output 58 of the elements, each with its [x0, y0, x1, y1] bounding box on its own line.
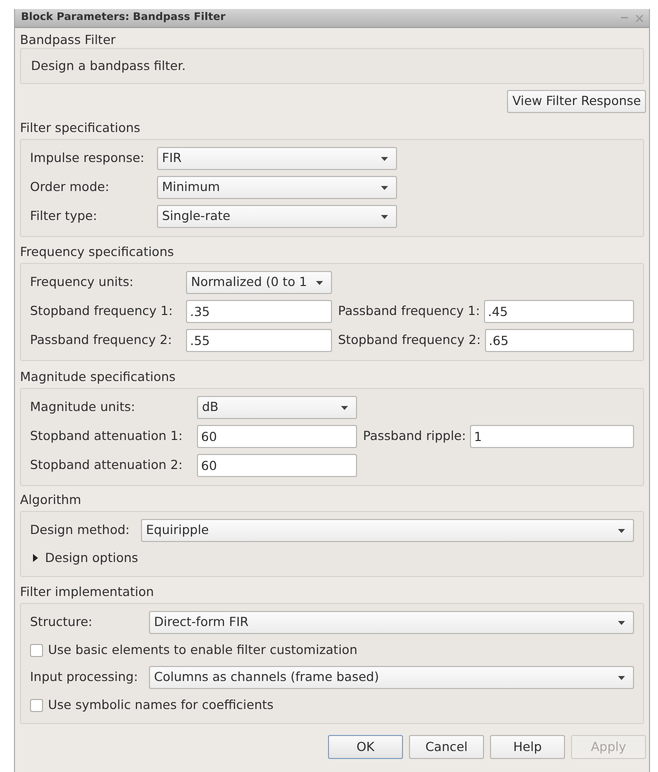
input-field[interactable]: .45: [484, 300, 634, 323]
description-text: Design a bandpass filter.: [31, 56, 186, 75]
section-title: Algorithm: [20, 491, 82, 508]
caret-icon: [316, 280, 323, 284]
field-label: Structure:: [30, 613, 94, 632]
field-label: Stopband attenuation 2:: [30, 456, 184, 474]
section-title: Filter implementation: [20, 583, 155, 600]
caret-icon: [341, 406, 348, 410]
dropdown[interactable]: Direct-form FIR: [149, 611, 634, 634]
view-filter-response-button[interactable]: View Filter Response: [507, 90, 646, 113]
field-label: Passband frequency 2:: [30, 331, 173, 350]
section-title: Magnitude specifications: [20, 368, 177, 385]
dialog-button[interactable]: Cancel: [409, 735, 484, 759]
input-field[interactable]: .35: [186, 300, 332, 323]
field-label: Stopband attenuation 1:: [30, 427, 184, 446]
checkbox-label: Use basic elements to enable filter customization: [48, 640, 358, 659]
section-title: Frequency specifications: [20, 243, 175, 260]
dropdown[interactable]: Single-rate: [157, 205, 397, 228]
field-label: Design method:: [30, 521, 131, 540]
field-label: Impulse response:: [30, 149, 146, 168]
input-field[interactable]: 60: [197, 425, 357, 448]
field-label: Frequency units:: [30, 273, 134, 292]
caret-icon: [618, 676, 625, 680]
input-field[interactable]: .55: [186, 329, 332, 352]
caret-icon: [381, 186, 388, 190]
dropdown[interactable]: Equiripple: [141, 519, 634, 542]
dialog-button[interactable]: Help: [490, 735, 565, 759]
dropdown[interactable]: dB: [197, 396, 357, 419]
dialog-button[interactable]: OK: [328, 735, 403, 759]
caret-icon: [381, 214, 388, 218]
field-label: Magnitude units:: [30, 398, 136, 416]
input-field[interactable]: 1: [470, 425, 634, 448]
field-label: Order mode:: [30, 178, 110, 196]
field-label: Filter type:: [30, 207, 98, 226]
checkbox[interactable]: [30, 644, 43, 656]
design-options-expander[interactable]: Design options: [30, 548, 138, 568]
checkbox-label: Use symbolic names for coefficients: [48, 696, 274, 714]
caret-icon: [618, 528, 625, 532]
field-label: Stopband frequency 1:: [30, 302, 174, 320]
section-title: Filter specifications: [20, 119, 142, 136]
close-icon[interactable]: [636, 14, 643, 22]
field-label: Passband frequency 1:: [338, 302, 480, 320]
dropdown[interactable]: FIR: [157, 147, 397, 170]
dropdown[interactable]: Columns as channels (frame based): [149, 666, 634, 689]
field-label: Passband ripple:: [363, 427, 466, 446]
field-label: Stopband frequency 2:: [338, 331, 481, 350]
caret-icon: [618, 620, 625, 624]
input-field[interactable]: 60: [197, 454, 357, 477]
dropdown[interactable]: Normalized (0 to 1: [186, 271, 332, 294]
caret-icon: [381, 156, 388, 160]
checkbox[interactable]: [30, 698, 43, 712]
field-label: Input processing:: [30, 668, 139, 686]
dropdown[interactable]: Minimum: [157, 176, 397, 199]
window-title: Block Parameters: Bandpass Filter: [21, 10, 226, 26]
block-name: Bandpass Filter: [20, 31, 117, 48]
minimize-icon[interactable]: [621, 17, 628, 19]
input-field[interactable]: .65: [484, 329, 634, 352]
triangle-right-icon: [33, 554, 38, 562]
